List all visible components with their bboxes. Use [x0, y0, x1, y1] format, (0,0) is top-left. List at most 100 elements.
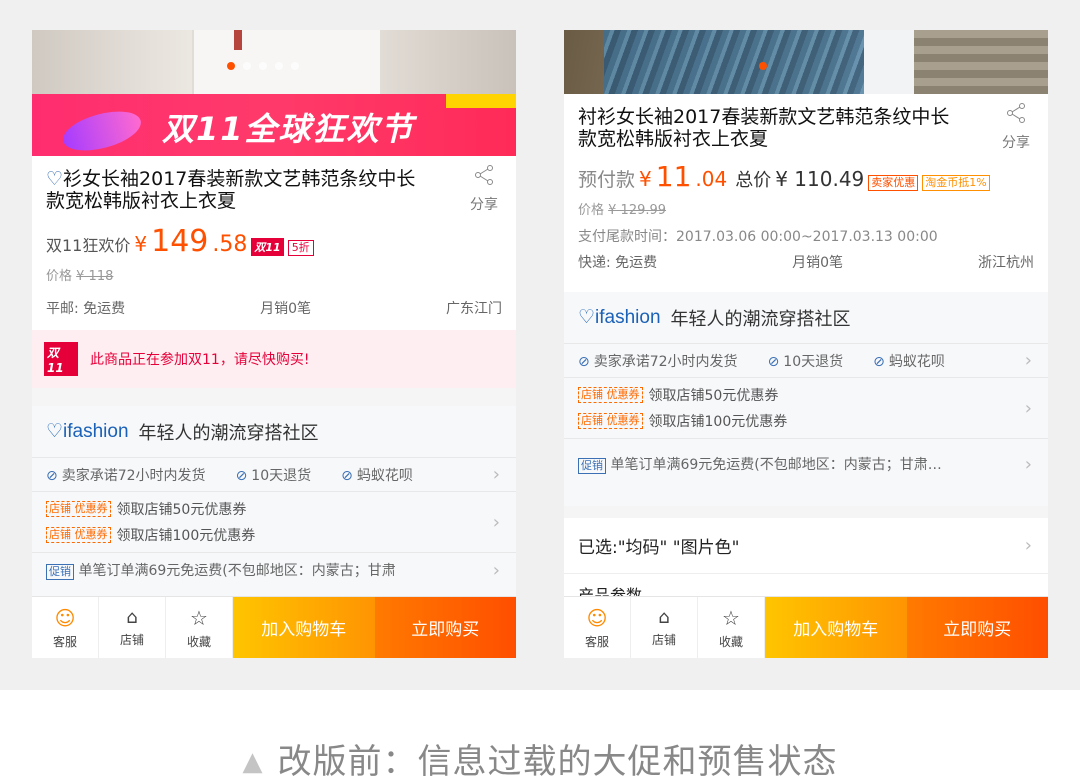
prepay-label: 预付款	[578, 169, 636, 191]
favorite-label: 收藏	[718, 634, 743, 649]
currency: ¥	[639, 167, 652, 191]
chevron-right-icon: ›	[1024, 398, 1032, 419]
coupon-row[interactable]: 店铺 优惠券 领取店铺50元优惠券 店铺 优惠券 领取店铺100元优惠券 ›	[564, 378, 1048, 439]
service-item: 蚂蚁花呗	[888, 353, 945, 370]
check-icon: ⊘	[767, 353, 780, 370]
shop-button[interactable]: ⌂ 店铺	[631, 597, 698, 658]
service-row[interactable]: ⊘ 卖家承诺72小时内发货 ⊘ 10天退货 ⊘ 蚂蚁花呗 ›	[564, 344, 1048, 378]
share-icon	[475, 165, 493, 185]
product-image[interactable]	[32, 30, 516, 94]
service-item: 10天退货	[783, 353, 844, 370]
ifashion-row[interactable]: ♡ifashion 年轻人的潮流穿搭社区	[32, 406, 516, 458]
shipping: 平邮: 免运费	[46, 301, 126, 317]
promo-tag: 促销	[578, 458, 606, 474]
price-prefix: 双11狂欢价	[46, 236, 131, 255]
favorite-button[interactable]: ☆ 收藏	[166, 597, 233, 658]
ifashion-slogan: 年轻人的潮流穿搭社区	[670, 308, 851, 330]
chevron-right-icon: ›	[492, 512, 500, 533]
selected-sku: 已选:"均码" "图片色"	[578, 538, 740, 558]
coupon-tag: 店铺 优惠券	[46, 501, 111, 517]
ifashion-logo: ♡ifashion	[578, 307, 661, 328]
total-label: 总价	[735, 170, 772, 191]
shipping: 快递: 免运费	[578, 255, 658, 271]
coupon-tag: 店铺 优惠券	[578, 387, 643, 403]
right-screen: 衬衫女长袖2017春装新款文艺韩范条纹中长款宽松韩版衬衣上衣夏 分享 预付款 ¥…	[564, 30, 1048, 658]
double11-logo: 双11	[44, 342, 78, 376]
triangle-icon: ▲	[242, 747, 264, 777]
promo-line: 单笔订单满69元免运费(不包邮地区：内蒙古；甘肃	[78, 563, 396, 579]
product-image[interactable]	[564, 30, 1048, 94]
promo-row[interactable]: 促销 单笔订单满69元免运费(不包邮地区：内蒙古；甘肃 ›	[32, 553, 516, 587]
shop-button[interactable]: ⌂ 店铺	[99, 597, 166, 658]
discount-badge: 5折	[287, 240, 314, 256]
buy-now-button[interactable]: 立即购买	[906, 597, 1048, 658]
favorite-button[interactable]: ☆ 收藏	[698, 597, 765, 658]
service-button[interactable]: ☺ 客服	[32, 597, 99, 658]
prepay-dec: .04	[695, 167, 728, 191]
sku-selector[interactable]: 已选:"均码" "图片色" ›	[564, 518, 1048, 574]
coupon-row[interactable]: 店铺 优惠券 领取店铺50元优惠券 店铺 优惠券 领取店铺100元优惠券 ›	[32, 492, 516, 553]
buy-now-button[interactable]: 立即购买	[374, 597, 516, 658]
prepay-int: 11	[655, 160, 692, 193]
service-item: 10天退货	[251, 467, 312, 484]
promo-row[interactable]: 促销 单笔订单满69元免运费(不包邮地区：内蒙古；甘肃… ›	[564, 439, 1048, 489]
service-icon: ☺	[586, 605, 608, 630]
final-pay-time: 支付尾款时间：2017.03.06 00:00~2017.03.13 00:00	[578, 229, 938, 245]
chevron-right-icon: ›	[492, 464, 500, 485]
heart-icon: ♡	[46, 168, 64, 190]
ifashion-logo: ♡ifashion	[46, 421, 129, 442]
promo-tag: 促销	[46, 564, 74, 580]
service-button[interactable]: ☺ 客服	[564, 597, 631, 658]
banner-text: 双11全球狂欢节	[162, 110, 415, 148]
price-dec: .58	[212, 232, 248, 257]
check-icon: ⊘	[578, 353, 590, 370]
add-to-cart-button[interactable]: 加入购物车	[765, 597, 907, 658]
orig-price-label: 价格	[46, 269, 73, 284]
star-icon: ☆	[722, 605, 740, 630]
currency: ¥	[134, 232, 148, 256]
check-icon: ⊘	[873, 353, 885, 370]
ifashion-slogan: 年轻人的潮流穿搭社区	[138, 422, 319, 444]
service-label: 客服	[584, 634, 609, 649]
orig-price: ¥ 118	[76, 269, 114, 284]
share-icon	[1007, 103, 1025, 123]
bottom-action-bar: ☺ 客服 ⌂ 店铺 ☆ 收藏 加入购物车 立即购买	[32, 596, 516, 658]
sku-card: 已选:"均码" "图片色" › 产品参数	[564, 518, 1048, 605]
orig-price-label: 价格	[578, 203, 605, 218]
ifashion-panel: ♡ifashion 年轻人的潮流穿搭社区 ⊘ 卖家承诺72小时内发货 ⊘ 10天退货…	[564, 292, 1048, 506]
coupon-item: 领取店铺50元优惠券	[116, 502, 247, 518]
carousel-dots	[227, 62, 299, 70]
chevron-right-icon: ›	[1024, 350, 1032, 371]
promo-line: 单笔订单满69元免运费(不包邮地区：内蒙古；甘肃…	[610, 457, 942, 473]
share-button[interactable]: 分享	[998, 102, 1034, 152]
service-row[interactable]: ⊘ 卖家承诺72小时内发货 ⊘ 10天退货 ⊘ 蚂蚁花呗 ›	[32, 458, 516, 492]
shop-label: 店铺	[119, 633, 144, 647]
coupon-item: 领取店铺100元优惠券	[648, 414, 788, 430]
chevron-right-icon: ›	[1024, 453, 1032, 475]
share-label: 分享	[470, 197, 498, 213]
monthly-sales: 月销0笔	[792, 255, 844, 271]
add-to-cart-button[interactable]: 加入购物车	[233, 597, 375, 658]
product-title: 衬衫女长袖2017春装新款文艺韩范条纹中长款宽松韩版衬衣上衣夏	[578, 106, 950, 150]
product-info-card: 衬衫女长袖2017春装新款文艺韩范条纹中长款宽松韩版衬衣上衣夏 分享 预付款 ¥…	[564, 94, 1048, 292]
product-info-card: ♡衫女长袖2017春装新款文艺韩范条纹中长款宽松韩版衬衣上衣夏 分享 双11狂欢…	[32, 156, 516, 330]
notice-text: 此商品正在参加双11，请尽快购买!	[90, 352, 310, 368]
taojinbi-tag: 淘金币抵1%	[922, 175, 990, 191]
chevron-right-icon: ›	[1024, 535, 1032, 556]
share-button[interactable]: 分享	[466, 164, 502, 214]
check-icon: ⊘	[46, 467, 58, 484]
double11-badge: 双11	[251, 238, 284, 256]
favorite-label: 收藏	[186, 634, 211, 649]
coupon-tag: 店铺 优惠券	[578, 413, 643, 429]
double11-banner: 双11全球狂欢节	[32, 94, 516, 158]
double11-notice: 双11 此商品正在参加双11，请尽快购买!	[32, 330, 516, 388]
shop-icon: ⌂	[658, 607, 670, 628]
carousel-dots	[759, 62, 767, 70]
ifashion-row[interactable]: ♡ifashion 年轻人的潮流穿搭社区	[564, 292, 1048, 344]
shop-icon: ⌂	[126, 607, 138, 628]
service-label: 客服	[52, 634, 77, 649]
shop-label: 店铺	[651, 633, 676, 647]
orig-price: ¥ 129.99	[608, 203, 667, 218]
product-title: ♡衫女长袖2017春装新款文艺韩范条纹中长款宽松韩版衬衣上衣夏	[46, 168, 416, 212]
monthly-sales: 月销0笔	[260, 301, 312, 317]
